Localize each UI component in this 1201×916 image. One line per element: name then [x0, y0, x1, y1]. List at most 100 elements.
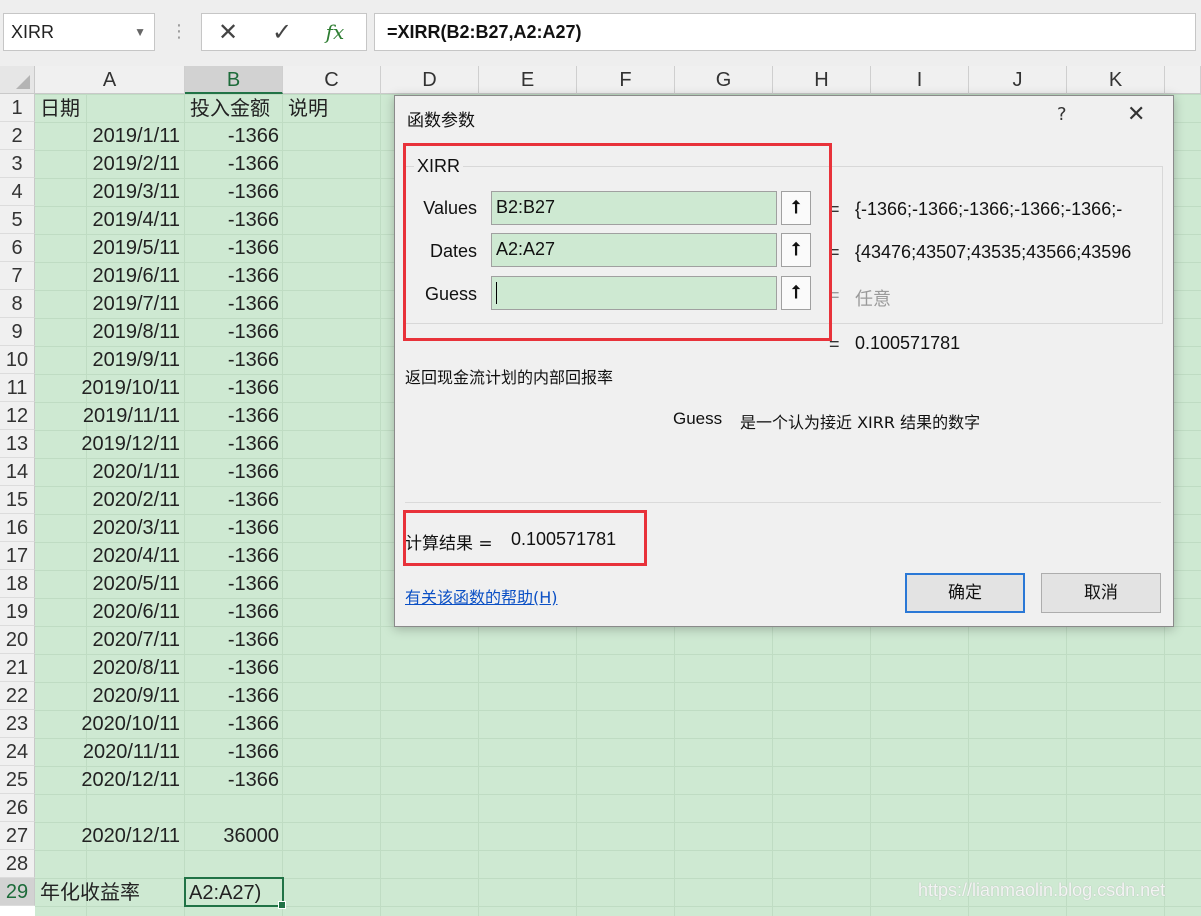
cell-a8[interactable]: 2019/7/11 — [35, 290, 181, 318]
cell-a1[interactable]: 日期 — [40, 94, 80, 122]
cell-a3[interactable]: 2019/2/11 — [35, 150, 181, 178]
cell-b5[interactable]: -1366 — [185, 206, 279, 234]
cell-b25[interactable]: -1366 — [185, 766, 279, 794]
row-header-6[interactable]: 6 — [0, 234, 35, 262]
cell-b24[interactable]: -1366 — [185, 738, 279, 766]
row-header-13[interactable]: 13 — [0, 430, 35, 458]
name-box[interactable]: XIRR ▼ — [3, 13, 155, 51]
cell-a23[interactable]: 2020/10/11 — [35, 710, 180, 738]
column-header-h[interactable]: H — [773, 66, 871, 94]
column-header-i[interactable]: I — [871, 66, 969, 94]
row-header-17[interactable]: 17 — [0, 542, 35, 570]
row-header-10[interactable]: 10 — [0, 346, 35, 374]
row-header-27[interactable]: 27 — [0, 822, 35, 850]
cancel-icon[interactable]: ✕ — [214, 14, 242, 50]
cell-b9[interactable]: -1366 — [185, 318, 279, 346]
cell-b21[interactable]: -1366 — [185, 654, 279, 682]
cell-a5[interactable]: 2019/4/11 — [35, 206, 181, 234]
cell-b20[interactable]: -1366 — [185, 626, 279, 654]
cell-a4[interactable]: 2019/3/11 — [35, 178, 181, 206]
column-header-g[interactable]: G — [675, 66, 773, 94]
cell-a6[interactable]: 2019/5/11 — [35, 234, 181, 262]
column-header-l[interactable] — [1165, 66, 1201, 94]
column-header-a[interactable]: A — [35, 66, 185, 94]
help-icon[interactable]: ? — [1057, 104, 1067, 125]
cell-b2[interactable]: -1366 — [185, 122, 279, 150]
row-header-28[interactable]: 28 — [0, 850, 35, 878]
cell-b3[interactable]: -1366 — [185, 150, 279, 178]
cell-a25[interactable]: 2020/12/11 — [35, 766, 180, 794]
cell-b17[interactable]: -1366 — [185, 542, 279, 570]
cell-b16[interactable]: -1366 — [185, 514, 279, 542]
insert-function-icon[interactable]: fx — [320, 14, 350, 50]
ok-button[interactable]: 确定 — [905, 573, 1025, 613]
row-header-2[interactable]: 2 — [0, 122, 35, 150]
cell-a12[interactable]: 2019/11/11 — [35, 402, 180, 430]
row-header-5[interactable]: 5 — [0, 206, 35, 234]
column-header-b[interactable]: B — [185, 66, 283, 94]
cell-b18[interactable]: -1366 — [185, 570, 279, 598]
column-header-k[interactable]: K — [1067, 66, 1165, 94]
column-header-d[interactable]: D — [381, 66, 479, 94]
cell-b14[interactable]: -1366 — [185, 458, 279, 486]
column-header-c[interactable]: C — [283, 66, 381, 94]
cell-a22[interactable]: 2020/9/11 — [35, 682, 181, 710]
row-header-22[interactable]: 22 — [0, 682, 35, 710]
row-header-24[interactable]: 24 — [0, 738, 35, 766]
row-header-23[interactable]: 23 — [0, 710, 35, 738]
cell-a18[interactable]: 2020/5/11 — [35, 570, 181, 598]
cell-a21[interactable]: 2020/8/11 — [35, 654, 181, 682]
column-header-f[interactable]: F — [577, 66, 675, 94]
cell-b22[interactable]: -1366 — [185, 682, 279, 710]
cell-a11[interactable]: 2019/10/11 — [35, 374, 180, 402]
row-header-4[interactable]: 4 — [0, 178, 35, 206]
active-cell-b29[interactable]: A2:A27) — [184, 877, 286, 909]
cell-b23[interactable]: -1366 — [185, 710, 279, 738]
row-header-29[interactable]: 29 — [0, 878, 35, 906]
close-icon[interactable]: ✕ — [1127, 102, 1145, 127]
cell-b8[interactable]: -1366 — [185, 290, 279, 318]
row-header-9[interactable]: 9 — [0, 318, 35, 346]
cell-a20[interactable]: 2020/7/11 — [35, 626, 181, 654]
row-header-25[interactable]: 25 — [0, 766, 35, 794]
cell-b7[interactable]: -1366 — [185, 262, 279, 290]
cancel-button[interactable]: 取消 — [1041, 573, 1161, 613]
column-header-e[interactable]: E — [479, 66, 577, 94]
row-header-1[interactable]: 1 — [0, 94, 35, 122]
row-header-8[interactable]: 8 — [0, 290, 35, 318]
cell-a27[interactable]: 2020/12/11 — [35, 822, 180, 850]
row-header-16[interactable]: 16 — [0, 514, 35, 542]
row-header-7[interactable]: 7 — [0, 262, 35, 290]
row-header-26[interactable]: 26 — [0, 794, 35, 822]
cell-b19[interactable]: -1366 — [185, 598, 279, 626]
column-header-j[interactable]: J — [969, 66, 1067, 94]
row-header-19[interactable]: 19 — [0, 598, 35, 626]
cell-b12[interactable]: -1366 — [185, 402, 279, 430]
row-header-21[interactable]: 21 — [0, 654, 35, 682]
row-header-14[interactable]: 14 — [0, 458, 35, 486]
cell-b15[interactable]: -1366 — [185, 486, 279, 514]
row-header-3[interactable]: 3 — [0, 150, 35, 178]
row-header-20[interactable]: 20 — [0, 626, 35, 654]
row-header-18[interactable]: 18 — [0, 570, 35, 598]
formula-input[interactable]: =XIRR(B2:B27,A2:A27) — [374, 13, 1196, 51]
row-header-12[interactable]: 12 — [0, 402, 35, 430]
cell-b6[interactable]: -1366 — [185, 234, 279, 262]
cell-a17[interactable]: 2020/4/11 — [35, 542, 181, 570]
cell-a13[interactable]: 2019/12/11 — [35, 430, 180, 458]
row-header-11[interactable]: 11 — [0, 374, 35, 402]
cell-c1[interactable]: 说明 — [288, 94, 328, 122]
row-header-15[interactable]: 15 — [0, 486, 35, 514]
cell-b10[interactable]: -1366 — [185, 346, 279, 374]
cell-b11[interactable]: -1366 — [185, 374, 279, 402]
chevron-down-icon[interactable]: ▼ — [134, 14, 146, 50]
cell-a29[interactable]: 年化收益率 — [40, 878, 140, 906]
cell-a14[interactable]: 2020/1/11 — [35, 458, 181, 486]
cell-a9[interactable]: 2019/8/11 — [35, 318, 181, 346]
cell-a16[interactable]: 2020/3/11 — [35, 514, 181, 542]
fill-handle[interactable] — [278, 901, 286, 909]
cell-b1[interactable]: 投入金额 — [190, 94, 270, 122]
cell-b27[interactable]: 36000 — [185, 822, 279, 850]
cell-a24[interactable]: 2020/11/11 — [35, 738, 180, 766]
cell-a10[interactable]: 2019/9/11 — [35, 346, 181, 374]
